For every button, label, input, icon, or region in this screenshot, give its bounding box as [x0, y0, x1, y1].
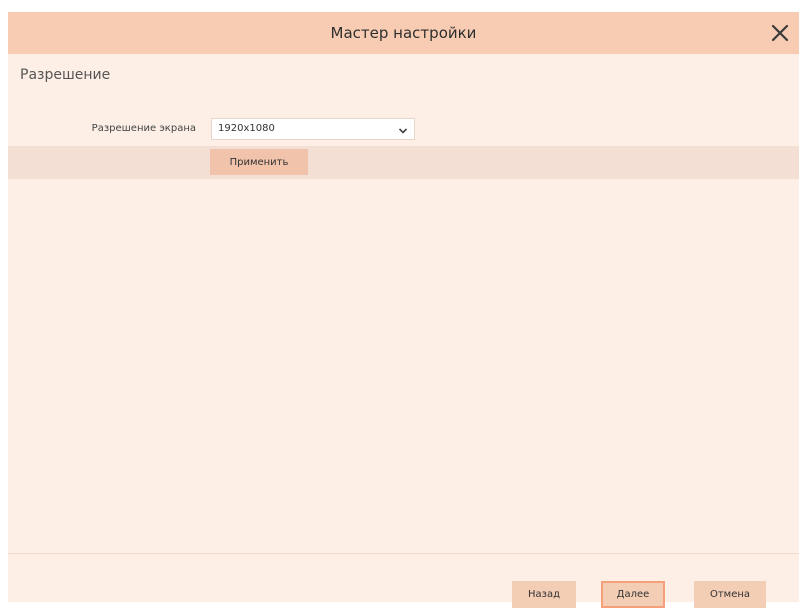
resolution-select-value: 1920x1080 — [218, 123, 275, 134]
chevron-down-icon — [398, 124, 408, 134]
next-button[interactable]: Далее — [601, 581, 665, 608]
close-icon-glyph — [771, 24, 789, 42]
resolution-select[interactable]: 1920x1080 — [211, 118, 415, 140]
resolution-label: Разрешение экрана — [91, 123, 196, 134]
cancel-button[interactable]: Отмена — [694, 581, 766, 608]
section-title: Разрешение — [20, 67, 111, 83]
footer-divider — [8, 553, 799, 554]
setup-wizard-dialog: Мастер настройки Разрешение Разрешение э… — [8, 12, 799, 608]
apply-row — [8, 146, 799, 179]
close-icon[interactable] — [767, 20, 793, 46]
dialog-titlebar: Мастер настройки — [8, 12, 799, 54]
apply-button[interactable]: Применить — [210, 149, 308, 175]
back-button[interactable]: Назад — [512, 581, 576, 608]
dialog-title: Мастер настройки — [330, 24, 477, 42]
